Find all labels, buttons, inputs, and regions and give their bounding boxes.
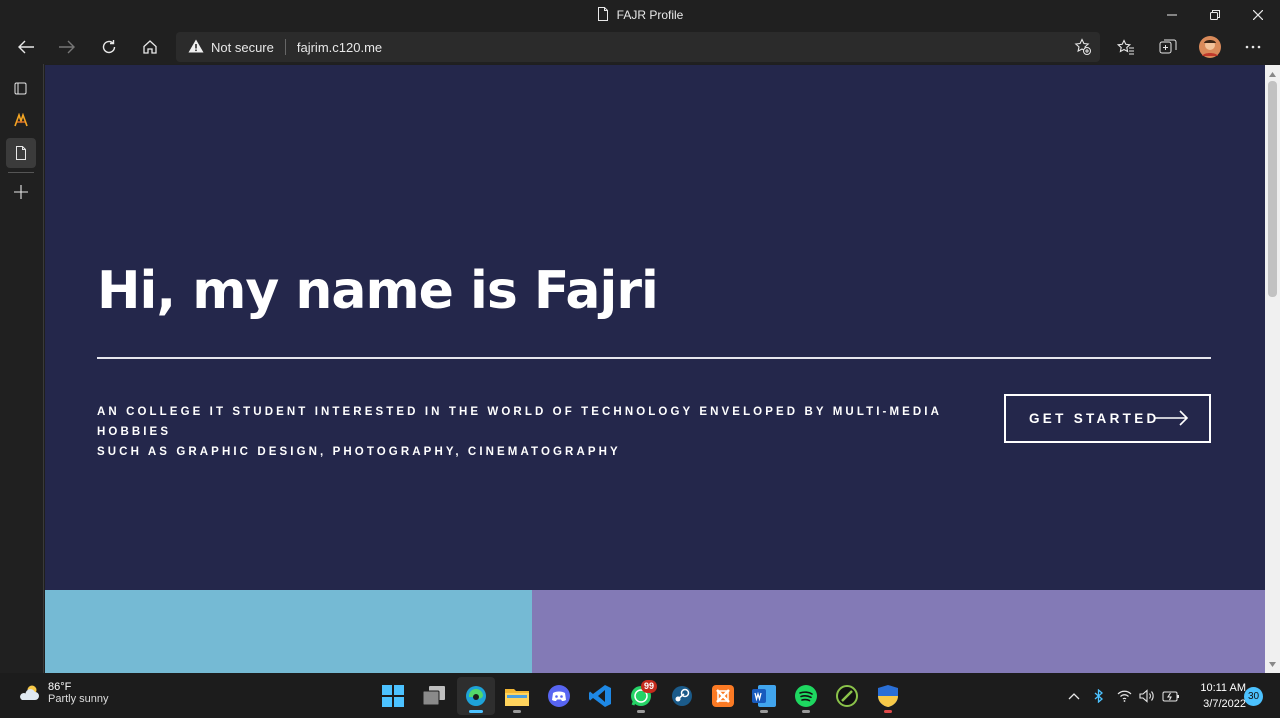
web-page: Hi, my name is Fajri AN COLLEGE IT STUDE… bbox=[45, 65, 1265, 673]
taskbar-app-spotify[interactable] bbox=[787, 677, 825, 715]
taskbar-app-xampp[interactable] bbox=[704, 677, 742, 715]
section-panel-purple bbox=[532, 590, 1265, 673]
tab-fajr-profile[interactable] bbox=[6, 138, 36, 168]
taskbar-app-whatsapp[interactable]: 99 bbox=[622, 677, 660, 715]
page-scrollbar[interactable] bbox=[1265, 65, 1280, 673]
add-favorite-icon[interactable] bbox=[1074, 38, 1092, 59]
url-text[interactable]: fajrim.c120.me bbox=[297, 40, 382, 55]
window-title: FAJR Profile bbox=[616, 8, 684, 22]
taskbar-app-misc[interactable] bbox=[828, 677, 866, 715]
running-indicator bbox=[513, 710, 521, 713]
hero-divider bbox=[97, 357, 1211, 359]
collections-button[interactable] bbox=[1151, 30, 1185, 64]
bluetooth-tray-icon[interactable] bbox=[1094, 673, 1104, 718]
running-indicator bbox=[884, 710, 892, 713]
taskbar-app-vscode[interactable] bbox=[581, 677, 619, 715]
security-shield-icon bbox=[878, 685, 898, 707]
xampp-icon bbox=[712, 685, 734, 707]
running-indicator bbox=[469, 710, 483, 713]
favorites-button[interactable] bbox=[1109, 30, 1143, 64]
hero-description: AN COLLEGE IT STUDENT INTERESTED IN THE … bbox=[97, 402, 977, 462]
weather-description: Partly sunny bbox=[48, 693, 109, 705]
volume-icon bbox=[1139, 688, 1154, 703]
minimize-button[interactable] bbox=[1149, 0, 1195, 30]
taskbar-app-discord[interactable] bbox=[540, 677, 578, 715]
battery-charging-icon bbox=[1162, 691, 1179, 701]
weather-widget[interactable]: 86°F Partly sunny bbox=[18, 681, 109, 705]
battery-tray-icon[interactable] bbox=[1162, 673, 1180, 718]
get-started-label: GET STARTED bbox=[1029, 411, 1160, 426]
more-options-icon[interactable] bbox=[1236, 30, 1270, 64]
wifi-icon bbox=[1117, 690, 1132, 702]
app-icon bbox=[836, 685, 858, 707]
volume-tray-icon[interactable] bbox=[1139, 673, 1155, 718]
spotify-icon bbox=[795, 685, 817, 707]
show-hidden-icons-button[interactable] bbox=[1068, 673, 1080, 718]
wifi-tray-icon[interactable] bbox=[1117, 673, 1132, 718]
taskbar-app-file-explorer[interactable] bbox=[498, 677, 536, 715]
clock-date: 3/7/2022 bbox=[1203, 698, 1246, 710]
task-view-icon bbox=[423, 686, 445, 706]
scroll-down-arrow-icon[interactable] bbox=[1265, 657, 1280, 671]
scroll-up-arrow-icon[interactable] bbox=[1265, 67, 1280, 81]
taskbar-app-edge[interactable] bbox=[457, 677, 495, 715]
scrollbar-thumb[interactable] bbox=[1268, 81, 1277, 297]
bluetooth-icon bbox=[1094, 688, 1103, 703]
running-indicator bbox=[760, 710, 768, 713]
get-started-button[interactable]: GET STARTED bbox=[1004, 394, 1211, 443]
hero-description-line: SUCH AS GRAPHIC DESIGN, PHOTOGRAPHY, CIN… bbox=[97, 446, 621, 458]
sidebar-divider bbox=[8, 172, 34, 173]
running-indicator bbox=[637, 710, 645, 713]
hero-description-line: AN COLLEGE IT STUDENT INTERESTED IN THE … bbox=[97, 406, 942, 438]
section-panel-blue bbox=[45, 590, 532, 673]
vscode-icon bbox=[589, 685, 611, 707]
word-icon bbox=[752, 685, 776, 707]
close-button[interactable] bbox=[1235, 0, 1280, 30]
weather-temperature: 86°F bbox=[48, 681, 72, 693]
notification-badge: 99 bbox=[640, 680, 657, 693]
steam-icon bbox=[672, 686, 692, 706]
notification-center-badge[interactable]: 30 bbox=[1244, 687, 1263, 706]
forward-button[interactable] bbox=[50, 30, 84, 64]
clock-time: 10:11 AM bbox=[1200, 682, 1246, 694]
title-bar: FAJR Profile bbox=[0, 0, 1280, 30]
task-view-button[interactable] bbox=[415, 677, 453, 715]
chevron-up-icon bbox=[1068, 692, 1080, 699]
back-button[interactable] bbox=[9, 30, 43, 64]
start-button[interactable] bbox=[374, 677, 412, 715]
warning-icon bbox=[188, 39, 204, 56]
taskbar-app-security[interactable] bbox=[869, 677, 907, 715]
arrow-right-icon bbox=[1155, 410, 1189, 426]
restore-button[interactable] bbox=[1192, 0, 1238, 30]
discord-icon bbox=[548, 685, 570, 707]
window-title-area: FAJR Profile bbox=[0, 0, 1280, 30]
security-indicator[interactable]: Not secure bbox=[188, 39, 274, 56]
home-button[interactable] bbox=[133, 30, 167, 64]
hero-title: Hi, my name is Fajri bbox=[97, 261, 659, 321]
taskbar: 86°F Partly sunny 99 10:11 AM 3/7/2022 3… bbox=[0, 673, 1280, 718]
running-indicator bbox=[802, 710, 810, 713]
page-icon bbox=[597, 6, 609, 24]
partly-sunny-icon bbox=[20, 685, 39, 700]
taskbar-app-steam[interactable] bbox=[663, 677, 701, 715]
address-divider bbox=[284, 39, 286, 55]
file-explorer-icon bbox=[505, 689, 529, 706]
new-tab-button[interactable] bbox=[6, 177, 36, 207]
tab-actions-button[interactable] bbox=[6, 73, 36, 103]
system-clock[interactable]: 10:11 AM 3/7/2022 bbox=[1188, 680, 1246, 712]
address-bar[interactable]: Not secure fajrim.c120.me bbox=[176, 32, 1100, 62]
start-icon bbox=[382, 685, 404, 707]
vertical-tabs-sidebar bbox=[0, 64, 44, 673]
tab-xampp[interactable] bbox=[6, 105, 36, 135]
refresh-button[interactable] bbox=[92, 30, 126, 64]
security-label: Not secure bbox=[211, 39, 274, 55]
edge-icon bbox=[466, 686, 486, 706]
taskbar-app-word[interactable] bbox=[745, 677, 783, 715]
profile-avatar[interactable] bbox=[1193, 30, 1227, 64]
browser-toolbar: Not secure fajrim.c120.me bbox=[0, 30, 1280, 64]
